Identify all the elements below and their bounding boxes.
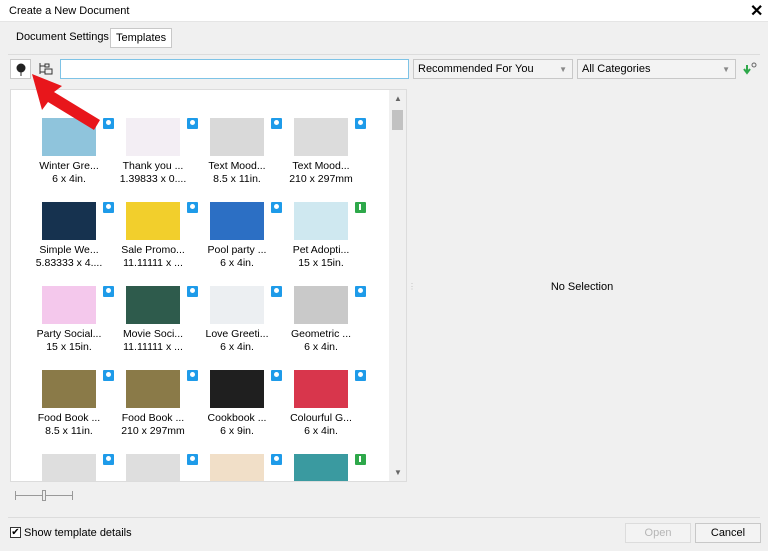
template-name: Pool party ... [207, 244, 267, 256]
template-name: Food Book ... [121, 412, 185, 424]
template-size: 15 x 15in. [46, 341, 92, 353]
template-grid: Winter Gre... 6 x 4in. Thank you ... 1.3… [10, 89, 407, 482]
template-thumbnail [126, 370, 180, 408]
template-size: 6 x 4in. [304, 425, 338, 437]
template-thumbnail [126, 286, 180, 324]
template-name: Text Mood... [208, 160, 266, 172]
category-value: All Categories [582, 63, 651, 75]
scroll-thumb[interactable] [392, 110, 403, 130]
download-badge-icon [355, 454, 366, 465]
scroll-up-icon[interactable]: ▲ [394, 94, 402, 103]
template-thumbnail [210, 118, 264, 156]
template-name: Geometric ... [290, 328, 352, 340]
cloud-badge-icon [271, 286, 282, 297]
template-name: Food Book ... [37, 412, 101, 424]
red-arrow-annotation [32, 74, 100, 130]
cloud-badge-icon [271, 454, 282, 465]
cancel-button[interactable]: Cancel [695, 523, 761, 543]
template-thumbnail [126, 118, 180, 156]
cloud-badge-icon [271, 370, 282, 381]
cloud-badge-icon [187, 286, 198, 297]
template-name: Pet Adopti... [292, 244, 350, 256]
show-details-label: Show template details [24, 527, 132, 539]
cloud-badge-icon [355, 370, 366, 381]
cloud-badge-icon [103, 202, 114, 213]
cloud-badge-icon [187, 454, 198, 465]
cloud-badge-icon [187, 202, 198, 213]
template-name: Love Greeti... [205, 328, 269, 340]
divider [8, 517, 760, 518]
template-name: Sale Promo... [121, 244, 185, 256]
scrollbar[interactable]: ▲ ▼ [389, 90, 406, 481]
template-name: Thank you ... [122, 160, 184, 172]
cloud-badge-icon [103, 454, 114, 465]
template-thumbnail [42, 454, 96, 481]
template-size: 15 x 15in. [298, 257, 344, 269]
show-details-checkbox[interactable]: ✔ [10, 527, 21, 538]
template-size: 6 x 4in. [220, 257, 254, 269]
template-thumbnail [42, 370, 96, 408]
cloud-badge-icon [187, 370, 198, 381]
splitter-handle[interactable]: ⋮ [408, 282, 416, 291]
close-icon[interactable]: ✕ [750, 1, 763, 21]
divider [8, 54, 760, 55]
template-name: Text Mood... [292, 160, 350, 172]
cloud-badge-icon [355, 286, 366, 297]
template-thumbnail [294, 202, 348, 240]
template-size: 8.5 x 11in. [213, 173, 261, 185]
sort-dropdown[interactable]: Recommended For You ▼ [413, 59, 573, 79]
template-thumbnail [210, 286, 264, 324]
download-icon [743, 62, 757, 75]
template-size: 210 x 297mm [289, 173, 353, 185]
template-size: 6 x 4in. [304, 341, 338, 353]
window-title: Create a New Document [9, 5, 130, 17]
template-thumbnail [294, 370, 348, 408]
template-thumbnail [294, 286, 348, 324]
search-input[interactable] [60, 59, 409, 79]
no-selection-text: No Selection [550, 281, 614, 293]
template-name: Cookbook ... [207, 412, 267, 424]
template-thumbnail [126, 202, 180, 240]
cloud-badge-icon [271, 118, 282, 129]
download-filter-button[interactable] [742, 61, 760, 77]
template-size: 11.11111 x ... [123, 341, 183, 353]
cloud-badge-icon [103, 370, 114, 381]
cloud-badge-icon [271, 202, 282, 213]
slider-thumb[interactable] [42, 490, 46, 501]
template-name: Simple We... [39, 244, 99, 256]
chevron-down-icon: ▼ [722, 65, 730, 74]
tab-document-settings[interactable]: Document Settings [11, 28, 114, 48]
open-button[interactable]: Open [625, 523, 691, 543]
template-name: Winter Gre... [39, 160, 99, 172]
template-size: 1.39833 x 0.... [119, 173, 187, 185]
template-thumbnail [210, 370, 264, 408]
template-thumbnail [294, 454, 348, 481]
template-thumbnail [294, 118, 348, 156]
template-size: 210 x 297mm [121, 425, 185, 437]
template-thumbnail [42, 286, 96, 324]
zoom-slider[interactable] [15, 490, 73, 501]
template-size: 6 x 4in. [52, 173, 86, 185]
template-name: Movie Soci... [122, 328, 184, 340]
download-badge-icon [355, 202, 366, 213]
template-size: 11.11111 x ... [123, 257, 183, 269]
sort-value: Recommended For You [418, 63, 534, 75]
template-size: 6 x 9in. [220, 425, 254, 437]
category-dropdown[interactable]: All Categories ▼ [577, 59, 736, 79]
template-size: 8.5 x 11in. [45, 425, 93, 437]
template-size: 6 x 4in. [220, 341, 254, 353]
template-thumbnail [210, 454, 264, 481]
template-thumbnail [126, 454, 180, 481]
chevron-down-icon: ▼ [559, 65, 567, 74]
template-thumbnail [42, 202, 96, 240]
cloud-badge-icon [103, 286, 114, 297]
template-size: 5.83333 x 4.... [35, 257, 103, 269]
template-name: Colourful G... [290, 412, 352, 424]
template-thumbnail [210, 202, 264, 240]
tab-templates[interactable]: Templates [110, 28, 173, 48]
cloud-badge-icon [355, 118, 366, 129]
cloud-badge-icon [187, 118, 198, 129]
scroll-down-icon[interactable]: ▼ [394, 468, 402, 477]
template-name: Party Social... [36, 328, 102, 340]
